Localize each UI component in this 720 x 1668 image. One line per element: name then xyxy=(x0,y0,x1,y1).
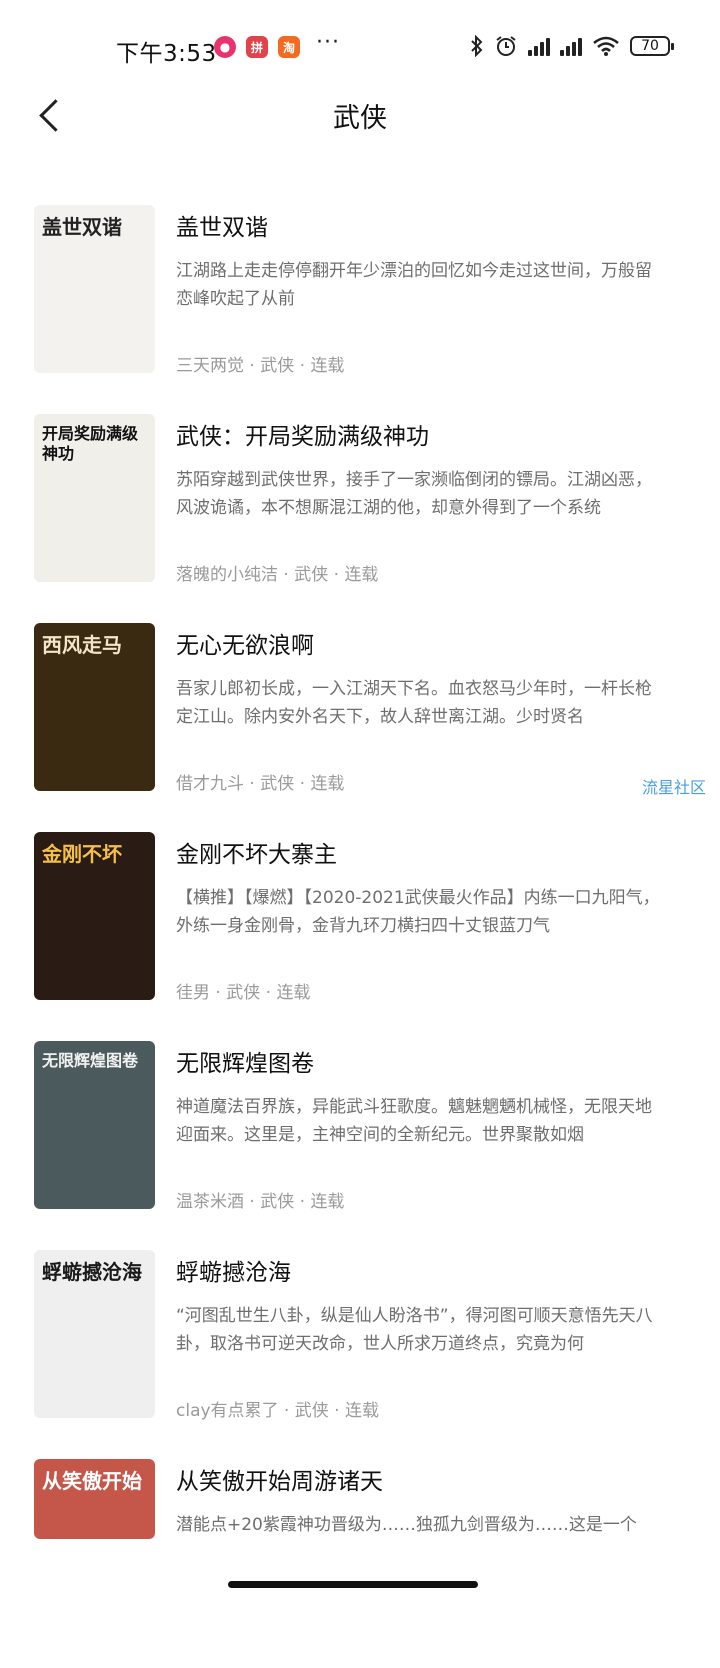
book-meta: 温茶米酒 · 武侠 · 连载 xyxy=(176,1187,344,1212)
battery-icon: 70 xyxy=(630,36,674,56)
book-cover[interactable]: 开局奖励满级神功 xyxy=(34,414,155,582)
book-author: 徍男 xyxy=(176,983,210,1003)
status-app-icons: ● 拼 淘 xyxy=(214,36,300,58)
book-description: 潜能点+20紫霞神功晋级为……独孤九剑晋级为……这是一个 xyxy=(176,1515,637,1535)
app-notification-icon: ● xyxy=(214,36,236,58)
book-status: 连载 xyxy=(310,1192,345,1212)
meta-separator: · xyxy=(294,356,311,376)
book-description: 【横推】【爆燃】【2020-2021武侠最火作品】内练一口九阳气，外练一身金刚骨… xyxy=(176,888,660,936)
cover-title: 从笑傲开始 xyxy=(42,1469,142,1493)
book-item[interactable]: 金刚不坏 金刚不坏大寨主 【横推】【爆燃】【2020-2021武侠最火作品】内练… xyxy=(0,832,720,1041)
cover-title: 蜉蝣撼沧海 xyxy=(42,1260,142,1284)
book-item[interactable]: 蜉蝣撼沧海 蜉蝣撼沧海 “河图乱世生八卦，纵是仙人盼洛书”，得河图可顺天意悟先天… xyxy=(0,1250,720,1459)
meta-separator: · xyxy=(278,565,295,585)
signal-hd-icon xyxy=(528,36,550,56)
book-status: 连载 xyxy=(276,983,311,1003)
book-status: 连载 xyxy=(310,356,345,376)
book-title[interactable]: 蜉蝣撼沧海 xyxy=(176,1253,291,1287)
book-meta: 落魄的小纯洁 · 武侠 · 连载 xyxy=(176,560,378,585)
book-description: “河图乱世生八卦，纵是仙人盼洛书”，得河图可顺天意悟先天八卦，取洛书可逆天改命，… xyxy=(176,1306,653,1354)
cover-title: 金刚不坏 xyxy=(42,842,122,866)
book-status: 连载 xyxy=(344,565,379,585)
book-author: clay有点累了 xyxy=(176,1401,279,1421)
book-description: 苏陌穿越到武侠世界，接手了一家濒临倒闭的镖局。江湖凶恶，风波诡谲，本不想厮混江湖… xyxy=(176,470,652,518)
book-item[interactable]: 西风走马 无心无欲浪啊 吾家儿郎初长成，一入江湖天下名。血衣怒马少年时，一杆长枪… xyxy=(0,623,720,832)
meta-separator: · xyxy=(244,774,261,794)
book-category: 武侠 xyxy=(260,1192,295,1212)
cover-title: 开局奖励满级神功 xyxy=(42,424,139,463)
status-more-icon: ··· xyxy=(316,30,340,55)
book-meta: clay有点累了 · 武侠 · 连载 xyxy=(176,1396,379,1421)
book-cover[interactable]: 无限辉煌图卷 xyxy=(34,1041,155,1209)
meta-separator: · xyxy=(244,1192,261,1212)
book-title[interactable]: 无心无欲浪啊 xyxy=(176,626,314,660)
bluetooth-icon xyxy=(471,35,483,57)
book-item[interactable]: 开局奖励满级神功 武侠：开局奖励满级神功 苏陌穿越到武侠世界，接手了一家濒临倒闭… xyxy=(0,414,720,623)
book-meta: 徍男 · 武侠 · 连载 xyxy=(176,978,310,1003)
meta-separator: · xyxy=(294,1192,311,1212)
meta-separator: · xyxy=(328,1401,345,1421)
book-author: 三天两觉 xyxy=(176,356,244,376)
book-title[interactable]: 金刚不坏大寨主 xyxy=(176,835,337,869)
book-author: 落魄的小纯洁 xyxy=(176,565,278,585)
book-meta: 借才九斗 · 武侠 · 连载 xyxy=(176,769,344,794)
watermark-text: 流星社区 xyxy=(642,778,707,797)
meta-separator: · xyxy=(244,356,261,376)
book-cover[interactable]: 盖世双谐 xyxy=(34,205,155,373)
meta-separator: · xyxy=(328,565,345,585)
page-title: 武侠 xyxy=(333,103,387,134)
meta-separator: · xyxy=(210,983,227,1003)
book-description: 吾家儿郎初长成，一入江湖天下名。血衣怒马少年时，一杆长枪定江山。除内安外名天下，… xyxy=(176,679,652,727)
book-title[interactable]: 盖世双谐 xyxy=(176,208,268,242)
signal-icon xyxy=(560,36,582,56)
cover-title: 西风走马 xyxy=(42,633,122,657)
book-title[interactable]: 无限辉煌图卷 xyxy=(176,1044,314,1078)
book-description: 神道魔法百界族，异能武斗狂歌度。魑魅魍魉机械怪，无限天地迎面来。这里是，主神空间… xyxy=(176,1097,652,1145)
book-cover[interactable]: 金刚不坏 xyxy=(34,832,155,1000)
book-cover[interactable]: 蜉蝣撼沧海 xyxy=(34,1250,155,1418)
book-status: 连载 xyxy=(345,1401,379,1421)
book-category: 武侠 xyxy=(260,356,295,376)
status-time: 下午3:53 xyxy=(116,41,217,67)
book-category: 武侠 xyxy=(294,565,329,585)
book-title[interactable]: 从笑傲开始周游诸天 xyxy=(176,1462,383,1496)
book-author: 温茶米酒 xyxy=(176,1192,244,1212)
taobao-icon: 淘 xyxy=(278,36,300,58)
book-title[interactable]: 武侠：开局奖励满级神功 xyxy=(176,417,429,451)
book-list: 盖世双谐 盖世双谐 江湖路上走走停停翻开年少漂泊的回忆如今走过这世间，万般留恋峰… xyxy=(0,205,720,1668)
book-item[interactable]: 盖世双谐 盖世双谐 江湖路上走走停停翻开年少漂泊的回忆如今走过这世间，万般留恋峰… xyxy=(0,205,720,414)
book-cover[interactable]: 西风走马 xyxy=(34,623,155,791)
cover-title: 无限辉煌图卷 xyxy=(42,1051,139,1070)
cover-title: 盖世双谐 xyxy=(42,215,122,239)
app-notification-icon: 拼 xyxy=(246,36,268,58)
book-status: 连载 xyxy=(310,774,345,794)
book-category: 武侠 xyxy=(260,774,295,794)
wifi-icon xyxy=(593,36,619,56)
home-indicator[interactable] xyxy=(228,1581,478,1588)
meta-separator: · xyxy=(294,774,311,794)
book-item[interactable]: 无限辉煌图卷 无限辉煌图卷 神道魔法百界族，异能武斗狂歌度。魑魅魍魉机械怪，无限… xyxy=(0,1041,720,1250)
meta-separator: · xyxy=(278,1401,295,1421)
book-category: 武侠 xyxy=(226,983,261,1003)
book-author: 借才九斗 xyxy=(176,774,244,794)
book-item[interactable]: 从笑傲开始 从笑傲开始周游诸天 潜能点+20紫霞神功晋级为……独孤九剑晋级为……… xyxy=(0,1459,720,1668)
header: 武侠 xyxy=(0,80,720,150)
book-cover[interactable]: 从笑傲开始 xyxy=(34,1459,155,1539)
status-indicators: 70 xyxy=(470,34,674,58)
book-meta: 三天两觉 · 武侠 · 连载 xyxy=(176,351,344,376)
book-category: 武侠 xyxy=(294,1401,329,1421)
meta-separator: · xyxy=(260,983,277,1003)
alarm-icon xyxy=(496,36,516,56)
book-description: 江湖路上走走停停翻开年少漂泊的回忆如今走过这世间，万般留恋峰吹起了从前 xyxy=(176,261,652,309)
